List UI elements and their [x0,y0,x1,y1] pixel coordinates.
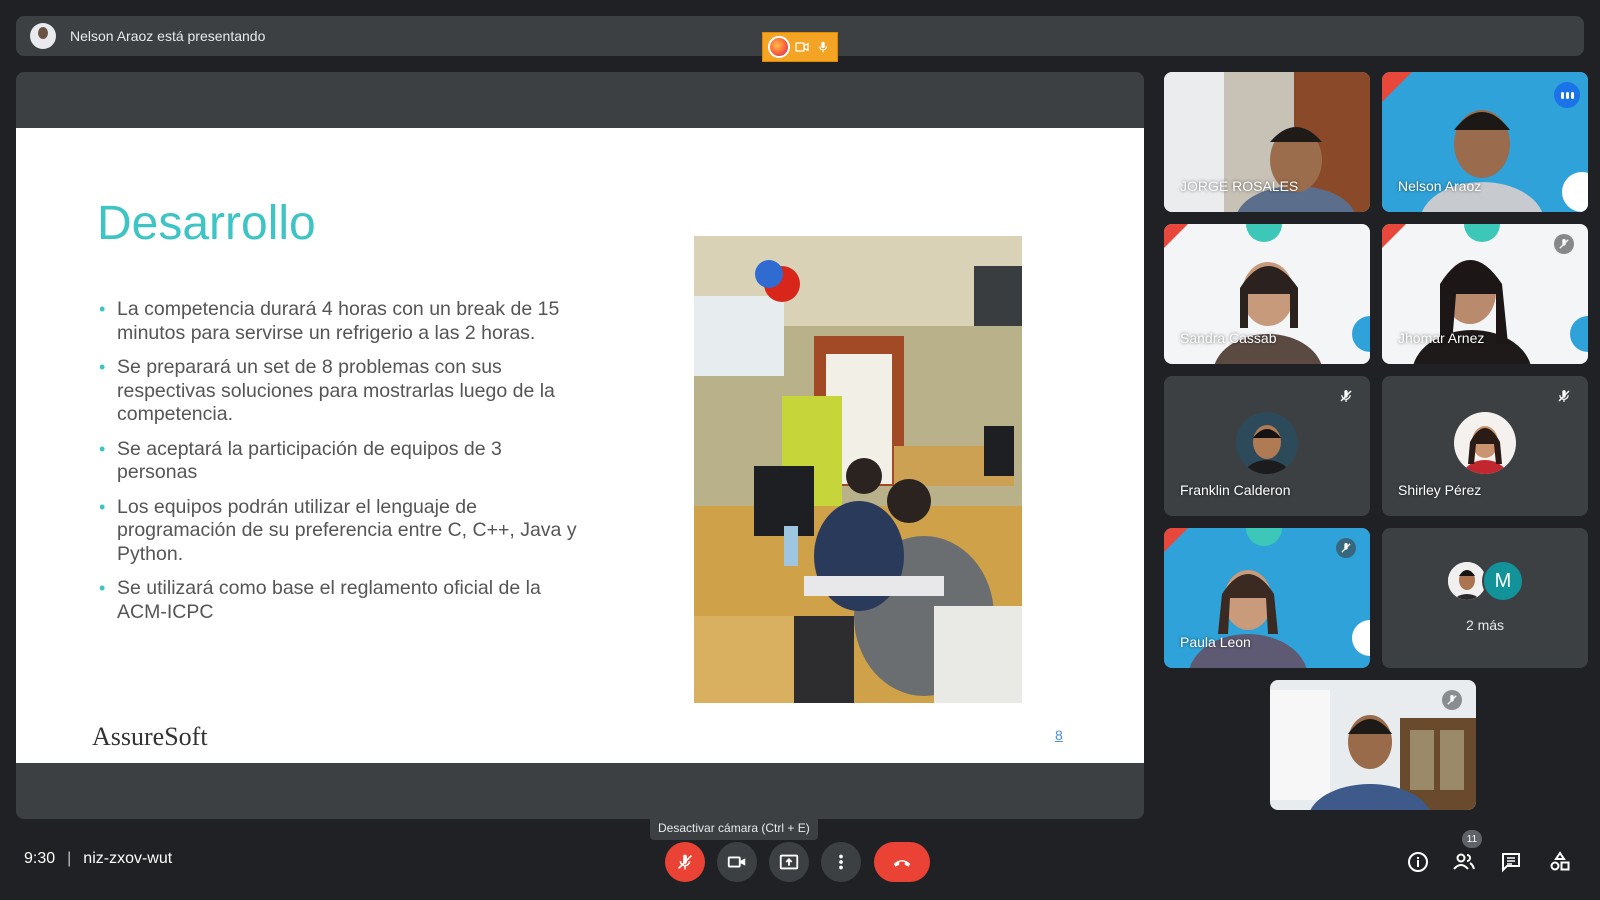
chat-icon [1502,853,1520,873]
sharing-indicator[interactable] [762,32,838,62]
present-button[interactable] [769,842,809,882]
camera-toggle-button[interactable] [717,842,757,882]
bullet-item: Se aceptará la participación de equipos … [97,438,577,485]
slide-bullets: La competencia durará 4 horas con un bre… [97,298,577,635]
meeting-time: 9:30 [24,850,56,867]
meeting-details-button[interactable] [1404,848,1432,876]
avatar [1454,412,1516,474]
more-vert-icon [839,854,843,870]
slide-page-number[interactable]: 8 [1055,727,1063,743]
bullet-item: Los equipos podrán utilizar el lenguaje … [97,496,577,567]
participant-count-badge: 11 [1462,830,1482,848]
meeting-code: niz-zxov-wut [83,850,173,867]
firefox-icon [768,36,791,58]
slide: Desarrollo La competencia durará 4 horas… [16,128,1144,763]
slide-title: Desarrollo [97,197,316,250]
slide-photo [694,236,1022,703]
participant-tile[interactable]: Nelson Araoz [1382,72,1588,212]
participant-name: Sandra Cassab [1180,330,1277,346]
more-options-button[interactable] [821,842,861,882]
presentation-stage: Desarrollo La competencia durará 4 horas… [16,72,1144,819]
mic-toggle-button[interactable] [665,842,705,882]
people-icon [1453,853,1475,870]
participant-name: Jhomar Arnez [1398,330,1485,346]
mic-icon [814,38,832,56]
mic-off-icon [1340,390,1352,402]
chat-button[interactable] [1497,848,1525,876]
present-icon [779,854,799,870]
bullet-item: Se utilizará como base el reglamento ofi… [97,577,577,624]
activities-icon [1550,851,1570,871]
participant-tile[interactable]: Paula Leon [1164,528,1370,668]
people-button[interactable] [1450,848,1478,876]
bullet-item: La competencia durará 4 horas con un bre… [97,298,577,345]
more-participants-label: 2 más [1465,617,1505,633]
mic-off-icon [677,854,693,870]
mic-off-icon [1336,538,1356,558]
participant-tile[interactable]: JORGE ROSALES [1164,72,1370,212]
mic-off-icon [1558,390,1570,402]
participant-name: Nelson Araoz [1398,178,1482,194]
presenter-label: Nelson Araoz está presentando [70,28,266,44]
participant-tile[interactable]: Jhomar Arnez [1382,224,1588,364]
camera-tooltip: Desactivar cámara (Ctrl + E) [650,816,818,840]
more-participants-tile[interactable]: M 2 más [1382,528,1588,668]
participant-name: Franklin Calderon [1180,482,1291,498]
participant-name: Shirley Pérez [1398,482,1482,498]
assuresoft-logo: AssureSoft [92,722,208,751]
avatar: M [1482,560,1524,602]
bullet-item: Se preparará un set de 8 problemas con s… [97,356,577,427]
participant-tile[interactable]: Franklin Calderon [1164,376,1370,516]
self-view-tile[interactable] [1270,680,1476,810]
camera-icon [793,38,811,56]
info-icon [1408,852,1428,872]
activities-button[interactable] [1546,848,1574,876]
meeting-separator: | [67,850,72,867]
participant-name: JORGE ROSALES [1180,178,1299,194]
leave-call-button[interactable] [874,842,930,882]
participant-tile[interactable]: Shirley Pérez [1382,376,1588,516]
participant-tile[interactable]: Sandra Cassab [1164,224,1370,364]
mic-off-icon [1442,690,1462,710]
more-avatars: M [1446,560,1524,602]
mic-off-icon [1554,234,1574,254]
avatar [1236,412,1298,474]
presenter-avatar [30,23,56,49]
participant-name: Paula Leon [1180,634,1251,650]
hangup-icon [893,860,911,867]
camera-icon [727,856,746,868]
speaking-indicator-icon [1554,82,1580,108]
meeting-info: 9:30 | niz-zxov-wut [24,850,172,868]
